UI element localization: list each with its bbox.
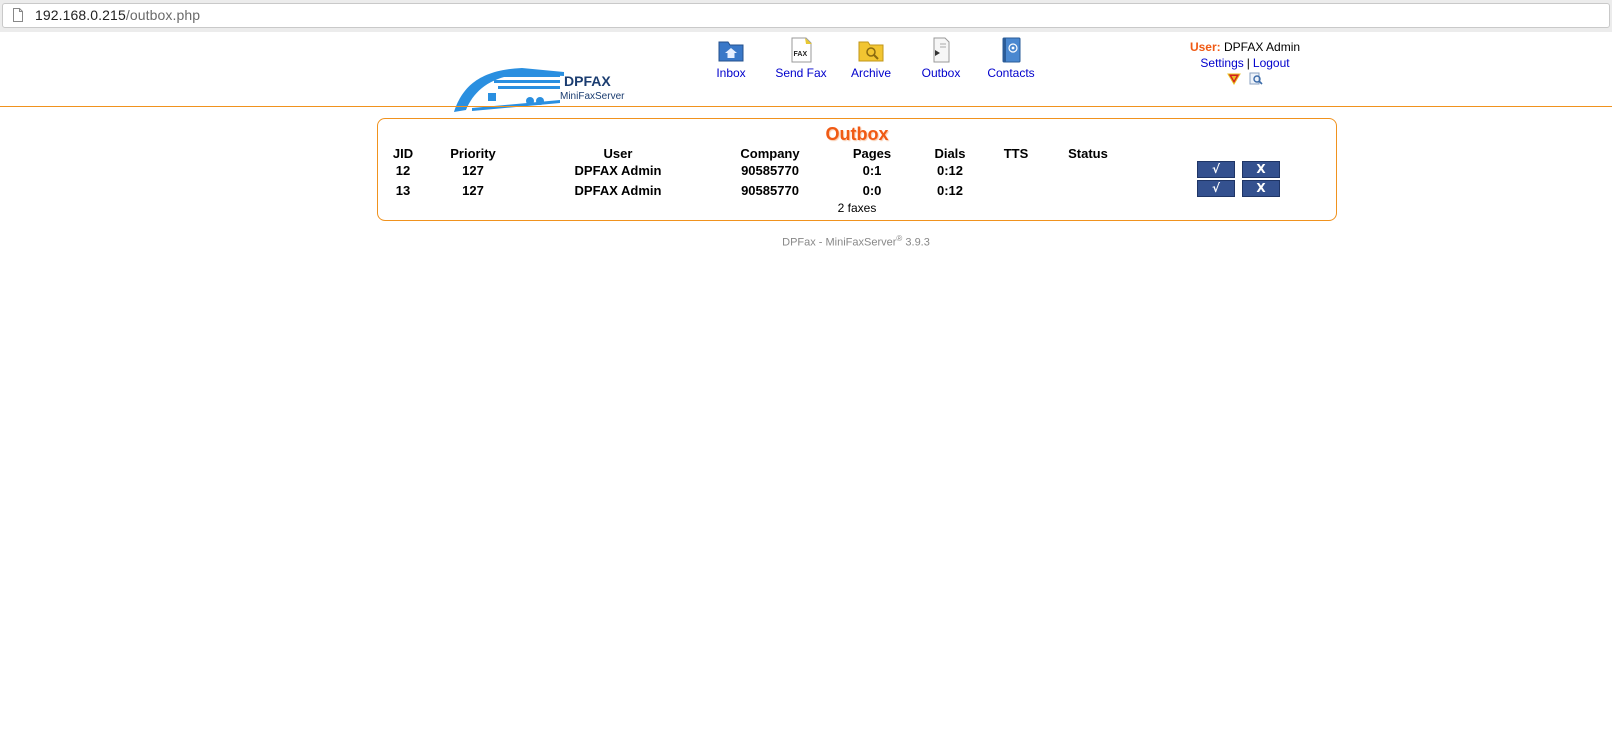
user-label: User:: [1189, 40, 1221, 54]
page-icon: [13, 8, 23, 22]
archive-folder-icon: [858, 41, 884, 62]
outbox-panel: Outbox JID Priority User Company Pages D…: [377, 118, 1337, 221]
col-header-company: Company: [740, 146, 800, 161]
cancel-button[interactable]: X: [1242, 161, 1280, 178]
nav-send-fax[interactable]: FAX Send Fax: [761, 36, 841, 80]
col-header-tts: TTS: [1003, 146, 1029, 161]
col-header-priority: Priority: [450, 146, 496, 161]
user-panel: User: DPFAX Admin Settings | Logout: [1100, 40, 1390, 85]
cell-priority: 127: [462, 183, 484, 198]
send-fax-icon: FAX: [791, 37, 812, 63]
cell-company: 90585770: [741, 163, 799, 178]
browser-toolbar: 192.168.0.215/outbox.php: [0, 0, 1612, 32]
cell-pages: 0:1: [862, 163, 882, 178]
cell-jid: 13: [395, 183, 411, 198]
cell-dials: 0:12: [936, 163, 964, 178]
cell-user: DPFAX Admin: [574, 183, 662, 198]
cell-user: DPFAX Admin: [574, 163, 662, 178]
approve-button[interactable]: √: [1197, 180, 1235, 197]
footer: DPFax - MiniFaxServer® 3.9.3: [0, 234, 1612, 249]
logo-brand: DPFAX: [564, 73, 611, 89]
user-name: DPFAX Admin: [1224, 40, 1301, 54]
cell-pages: 0:0: [862, 183, 882, 198]
logo-graphic: DPFAX MiniFaxServer: [454, 68, 625, 112]
inbox-folder-icon: [718, 41, 744, 62]
contacts-book-icon: [1002, 37, 1021, 63]
registered-mark: ®: [896, 234, 903, 243]
settings-link[interactable]: Settings: [1200, 56, 1243, 70]
nav-send-fax-label: Send Fax: [775, 66, 827, 80]
outbox-title: Outbox: [825, 124, 889, 144]
dpfax-logo[interactable]: DPFAX MiniFaxServer: [452, 60, 642, 116]
svg-text:FAX: FAX: [794, 51, 808, 58]
cancel-button[interactable]: X: [1242, 180, 1280, 197]
nav-archive[interactable]: Archive: [831, 36, 911, 80]
search-magnifier-icon[interactable]: [1249, 72, 1263, 86]
footer-version: 3.9.3: [905, 236, 930, 249]
footer-text: DPFax - MiniFaxServer: [782, 236, 897, 249]
header-divider: [0, 106, 1612, 107]
nav-archive-label: Archive: [850, 66, 891, 80]
cell-company: 90585770: [741, 183, 799, 198]
fax-count: 2 faxes: [837, 201, 877, 215]
logout-link[interactable]: Logout: [1253, 56, 1290, 70]
address-bar[interactable]: 192.168.0.215/outbox.php: [2, 3, 1610, 28]
nav-contacts[interactable]: Contacts: [971, 36, 1051, 80]
col-header-jid: JID: [392, 146, 414, 161]
logo-product: MiniFaxServer: [560, 91, 625, 102]
col-header-status: Status: [1068, 146, 1108, 161]
link-separator: |: [1246, 56, 1250, 70]
cell-priority: 127: [462, 163, 484, 178]
user-line: User: DPFAX Admin: [1100, 40, 1390, 54]
cell-jid: 12: [395, 163, 411, 178]
nav-inbox-label: Inbox: [716, 66, 746, 80]
cell-dials: 0:12: [936, 183, 964, 198]
approve-button[interactable]: √: [1197, 161, 1235, 178]
nav-inbox[interactable]: Inbox: [691, 36, 771, 80]
col-header-pages: Pages: [852, 146, 892, 161]
url-text: 192.168.0.215/outbox.php: [35, 7, 200, 23]
nav-outbox[interactable]: Outbox: [901, 36, 981, 80]
superman-shield-icon[interactable]: [1227, 73, 1242, 85]
nav-contacts-label: Contacts: [987, 66, 1035, 80]
url-path: /outbox.php: [125, 7, 201, 23]
user-links: Settings | Logout: [1100, 56, 1390, 70]
url-host: 192.168.0.215: [35, 7, 126, 23]
nav-outbox-label: Outbox: [921, 66, 961, 80]
outbox-document-icon: [933, 37, 950, 63]
user-icons: [1100, 71, 1390, 85]
col-header-dials: Dials: [934, 146, 966, 161]
col-header-user: User: [603, 146, 633, 161]
